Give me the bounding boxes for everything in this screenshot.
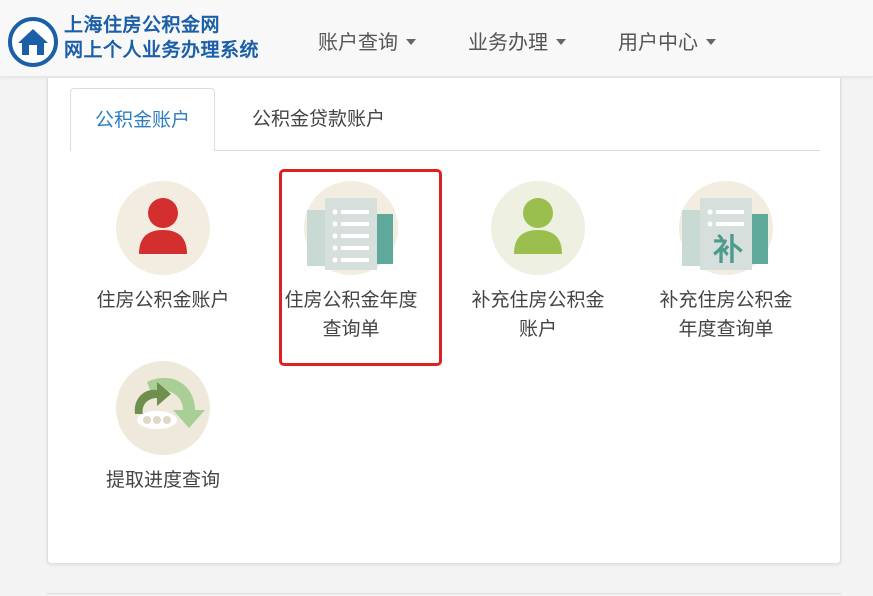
logo-text: 上海住房公积金网 网上个人业务办理系统 (64, 13, 259, 63)
supplement-glyph: 补 (713, 233, 743, 268)
content-panel: 公积金账户 公积金贷款账户 住房公积金账户 住房公积金年度查询单 补充住房公积金… (47, 78, 841, 564)
tile-supplement-annual[interactable]: 补 补充住房公积金年度查询单 (641, 180, 811, 344)
person-red-icon (116, 181, 210, 275)
tile-label: 住房公积金年度查询单 (284, 289, 418, 340)
document-list-icon (304, 181, 398, 275)
nav-account-query[interactable]: 账户查询 (318, 26, 416, 55)
site-logo[interactable]: 上海住房公积金网 网上个人业务办理系统 (8, 13, 278, 67)
top-navbar: 上海住房公积金网 网上个人业务办理系统 账户查询 业务办理 用户中心 (0, 0, 873, 77)
nav-user-center-label: 用户中心 (618, 30, 698, 54)
tile-label: 提取进度查询 (105, 469, 220, 491)
nav-account-query-label: 账户查询 (318, 30, 398, 54)
tile-supplement-account[interactable]: 补充住房公积金账户 (453, 180, 623, 344)
tab-loan-account[interactable]: 公积金贷款账户 (228, 88, 409, 151)
tile-withdrawal-progress[interactable]: 提取进度查询 (78, 360, 248, 495)
nav-business[interactable]: 业务办理 (468, 26, 566, 55)
caret-down-icon (406, 39, 416, 45)
supplement-document-icon: 补 (679, 181, 773, 275)
bottom-divider (47, 593, 841, 594)
nav-user-center[interactable]: 用户中心 (618, 26, 716, 55)
caret-down-icon (706, 39, 716, 45)
tile-annual-statement[interactable]: 住房公积金年度查询单 (266, 180, 436, 344)
tile-fund-account[interactable]: 住房公积金账户 (78, 180, 248, 315)
progress-arrow-icon (116, 361, 210, 455)
tile-label: 住房公积金账户 (96, 289, 230, 311)
tile-label: 补充住房公积金年度查询单 (659, 289, 793, 340)
tab-fund-account[interactable]: 公积金账户 (70, 88, 216, 151)
logo-line-1: 上海住房公积金网 (64, 14, 221, 36)
house-logo-icon (8, 17, 58, 67)
logo-line-2: 网上个人业务办理系统 (64, 39, 260, 61)
caret-down-icon (556, 39, 566, 45)
person-green-icon (491, 181, 585, 275)
tile-label: 补充住房公积金账户 (471, 289, 605, 340)
nav-business-label: 业务办理 (468, 30, 548, 54)
